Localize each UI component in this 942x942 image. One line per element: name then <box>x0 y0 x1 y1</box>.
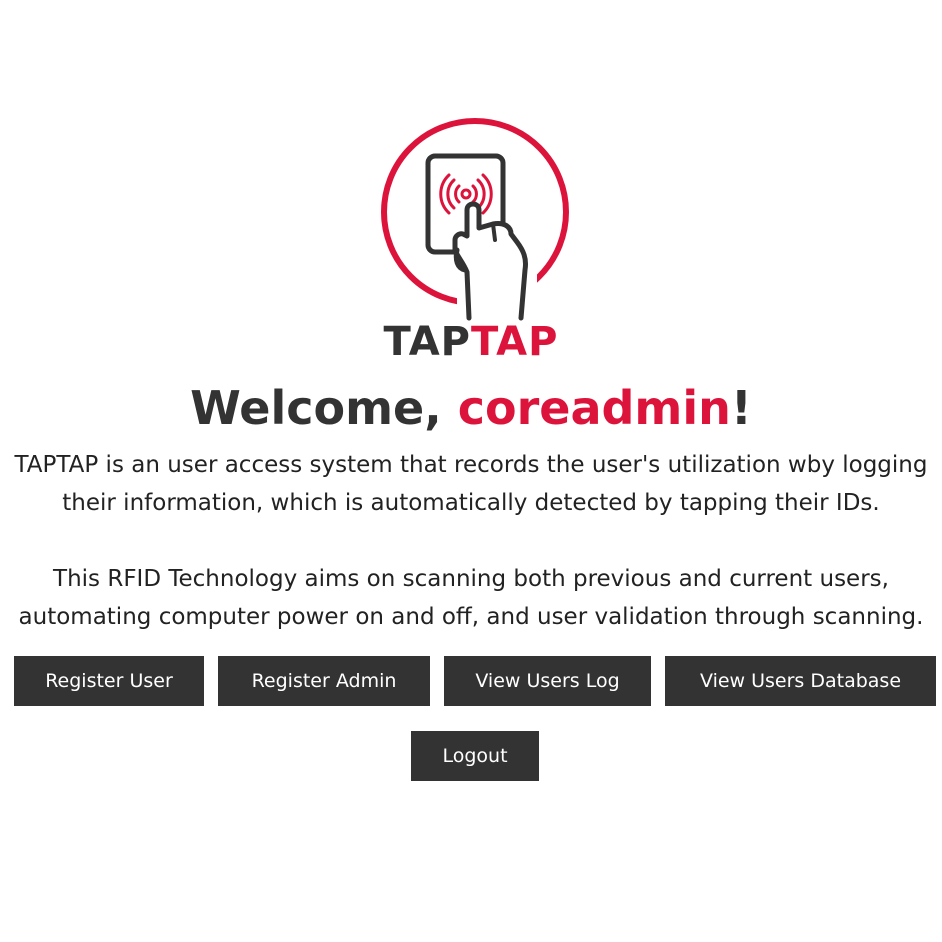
description-line: TAPTAP is an user access system that rec… <box>14 452 928 478</box>
description-paragraph-2: This RFID Technology aims on scanning bo… <box>0 560 942 636</box>
brand-wordmark: TAPTAP <box>0 318 942 366</box>
register-user-button[interactable]: Register User <box>14 656 204 706</box>
description-paragraph-1: TAPTAP is an user access system that rec… <box>0 446 942 522</box>
brand-part-accent: TAP <box>471 319 559 365</box>
view-users-database-button[interactable]: View Users Database <box>665 656 936 706</box>
description-line: This RFID Technology aims on scanning bo… <box>53 566 889 592</box>
welcome-heading: Welcome, coreadmin! <box>0 378 942 438</box>
description-line: their information, which is automaticall… <box>62 490 880 516</box>
welcome-username: coreadmin <box>457 381 731 435</box>
brand-part-dark: TAP <box>383 319 471 365</box>
register-admin-button[interactable]: Register Admin <box>218 656 430 706</box>
welcome-prefix: Welcome, <box>190 381 458 435</box>
description-line: automating computer power on and off, an… <box>18 604 924 630</box>
welcome-suffix: ! <box>730 381 752 435</box>
view-users-log-button[interactable]: View Users Log <box>444 656 651 706</box>
hand-tapping-rfid-card-icon <box>381 118 569 327</box>
dashboard-page: TAPTAP Welcome, coreadmin! TAPTAP is an … <box>0 0 942 942</box>
logout-button[interactable]: Logout <box>411 731 539 781</box>
